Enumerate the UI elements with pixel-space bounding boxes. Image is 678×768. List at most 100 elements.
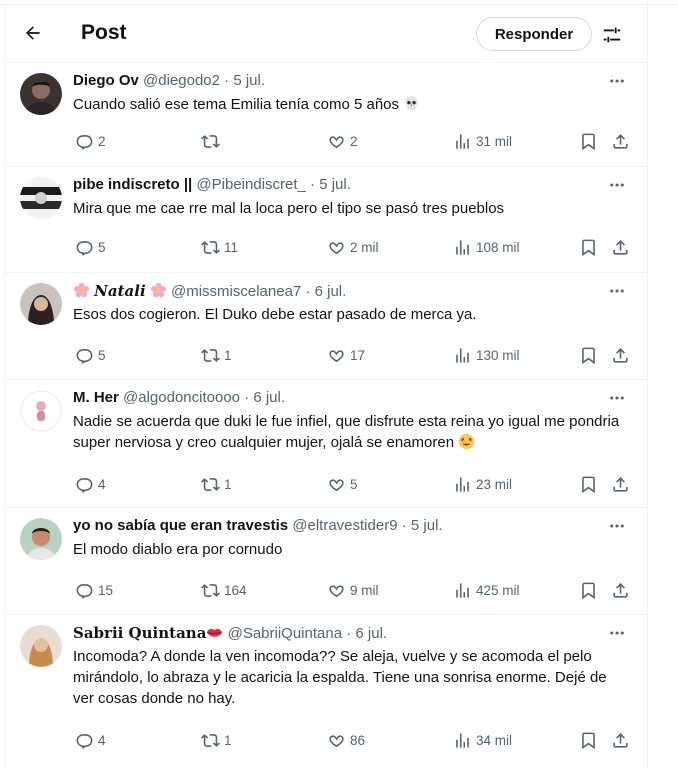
separator: · [244, 389, 250, 406]
more-dots-icon [608, 72, 626, 90]
flower-emoji-icon [74, 282, 89, 298]
tweet-date[interactable]: 6 jul. [315, 283, 347, 300]
tweet-date[interactable]: 6 jul. [355, 625, 387, 642]
author-name[interactable]: 𝑵𝒂𝒕𝒂𝒍𝒊 [94, 282, 145, 300]
tweet-date[interactable]: 6 jul. [253, 389, 285, 406]
bookmark-button[interactable] [579, 728, 598, 752]
views-action[interactable]: 34 mil [453, 728, 512, 752]
avatar[interactable] [20, 283, 62, 325]
reply-action[interactable]: 5 [75, 235, 106, 259]
tweet-header: Diego Ov @diegodo2 · 5 jul. [73, 71, 597, 91]
back-button[interactable] [19, 19, 47, 47]
share-button[interactable] [611, 235, 630, 259]
author-handle[interactable]: @diegodo2 [143, 72, 220, 89]
like-action[interactable]: 5 [327, 472, 358, 496]
tweet[interactable]: Diego Ov @diegodo2 · 5 jul. Cuando salió… [5, 62, 647, 165]
bookmark-button[interactable] [579, 129, 598, 153]
retweet-action[interactable]: 11 [201, 235, 238, 259]
views-action[interactable]: 130 mil [453, 343, 520, 367]
avatar[interactable] [20, 625, 62, 667]
bookmark-button[interactable] [579, 472, 598, 496]
more-options-button[interactable] [605, 71, 629, 91]
author-name[interactable]: Diego Ov [73, 72, 139, 89]
retweet-action[interactable]: 1 [201, 472, 232, 496]
retweet-action[interactable]: 164 [201, 578, 247, 602]
bookmark-button[interactable] [579, 578, 598, 602]
author-handle[interactable]: @eltravestider9 [292, 517, 397, 534]
author-handle[interactable]: @missmiscelanea7 [171, 283, 301, 300]
more-dots-icon [608, 176, 626, 194]
reply-action[interactable]: 15 [75, 578, 113, 602]
retweet-icon [201, 731, 220, 750]
share-button[interactable] [611, 129, 630, 153]
more-options-button[interactable] [605, 388, 629, 408]
tweet-header: 𝐒𝐚𝐛𝐫𝐢𝐢 𝐐𝐮𝐢𝐧𝐭𝐚𝐧𝐚 @SabriiQuintana · 6 jul. [73, 623, 597, 644]
share-button[interactable] [611, 578, 630, 602]
share-button[interactable] [611, 728, 630, 752]
tweet-date[interactable]: 5 jul. [411, 517, 443, 534]
tweet-text: Incomoda? A donde la ven incomoda?? Se a… [73, 648, 607, 707]
more-options-button[interactable] [605, 623, 629, 643]
retweet-action[interactable]: 1 [201, 343, 232, 367]
reply-bubble-icon [75, 475, 94, 494]
share-button[interactable] [611, 472, 630, 496]
like-action[interactable]: 2 [327, 129, 358, 153]
views-chart-icon [453, 346, 472, 365]
retweet-icon [201, 581, 220, 600]
more-options-button[interactable] [605, 175, 629, 195]
tweet-header: M. Her @algodoncitoooo · 6 jul. [73, 388, 597, 408]
views-chart-icon [453, 731, 472, 750]
like-action[interactable]: 2 mil [327, 235, 379, 259]
tweet[interactable]: 𝐒𝐚𝐛𝐫𝐢𝐢 𝐐𝐮𝐢𝐧𝐭𝐚𝐧𝐚 @SabriiQuintana · 6 jul.… [5, 614, 647, 764]
views-chart-icon [453, 132, 472, 151]
author-handle[interactable]: @SabriiQuintana [228, 625, 342, 642]
reply-action[interactable]: 4 [75, 728, 106, 752]
reply-action[interactable]: 4 [75, 472, 106, 496]
author-name[interactable]: 𝐒𝐚𝐛𝐫𝐢𝐢 𝐐𝐮𝐢𝐧𝐭𝐚𝐧𝐚 [73, 624, 206, 642]
like-action[interactable]: 86 [327, 728, 365, 752]
views-action[interactable]: 108 mil [453, 235, 520, 259]
avatar[interactable] [20, 518, 62, 560]
tweet-text: Cuando salió ese tema Emilia tenía como … [73, 94, 633, 115]
avatar[interactable] [20, 390, 62, 432]
reply-action[interactable]: 2 [75, 129, 106, 153]
more-options-button[interactable] [605, 516, 629, 536]
bookmark-button[interactable] [579, 343, 598, 367]
like-action[interactable]: 17 [327, 343, 365, 367]
heart-icon [327, 346, 346, 365]
tweet-text: El modo diablo era por cornudo [73, 541, 283, 558]
reply-button[interactable]: Responder [476, 17, 592, 51]
tweet-actions: 2 2 31 mil [71, 129, 641, 153]
author-name[interactable]: yo no sabía que eran travestis [73, 517, 288, 534]
tweet[interactable]: M. Her @algodoncitoooo · 6 jul. Nadie se… [5, 379, 647, 506]
retweet-action[interactable] [201, 129, 224, 153]
reply-action[interactable]: 5 [75, 343, 106, 367]
like-action[interactable]: 9 mil [327, 578, 379, 602]
tweet[interactable]: pibe indiscreto || @Pibeindiscret_ · 5 j… [5, 166, 647, 271]
bookmark-button[interactable] [579, 235, 598, 259]
retweet-action[interactable]: 1 [201, 728, 232, 752]
bookmark-icon [579, 132, 598, 151]
more-options-button[interactable] [605, 281, 629, 301]
tweet-date[interactable]: 5 jul. [233, 72, 265, 89]
avatar[interactable] [20, 73, 62, 115]
heart-icon [327, 238, 346, 257]
author-handle[interactable]: @algodoncitoooo [123, 389, 240, 406]
tweet-date[interactable]: 5 jul. [319, 176, 351, 193]
author-name[interactable]: M. Her [73, 389, 119, 406]
tweet[interactable]: 𝑵𝒂𝒕𝒂𝒍𝒊 @missmiscelanea7 · 6 jul. Esos do… [5, 272, 647, 378]
views-action[interactable]: 425 mil [453, 578, 520, 602]
author-handle[interactable]: @Pibeindiscret_ [196, 176, 305, 193]
avatar[interactable] [20, 177, 62, 219]
tweet-text: Nadie se acuerda que duki le fue infiel,… [73, 411, 629, 453]
views-action[interactable]: 31 mil [453, 129, 512, 153]
views-action[interactable]: 23 mil [453, 472, 512, 496]
retweet-count: 1 [224, 476, 232, 492]
tweet-header: 𝑵𝒂𝒕𝒂𝒍𝒊 @missmiscelanea7 · 6 jul. [73, 281, 597, 302]
settings-button[interactable] [598, 21, 626, 49]
author-name[interactable]: pibe indiscreto || [73, 176, 192, 193]
tweet[interactable]: yo no sabía que eran travestis @eltraves… [5, 507, 647, 613]
share-button[interactable] [611, 343, 630, 367]
page-title: Post [81, 21, 127, 44]
share-icon [611, 132, 630, 151]
